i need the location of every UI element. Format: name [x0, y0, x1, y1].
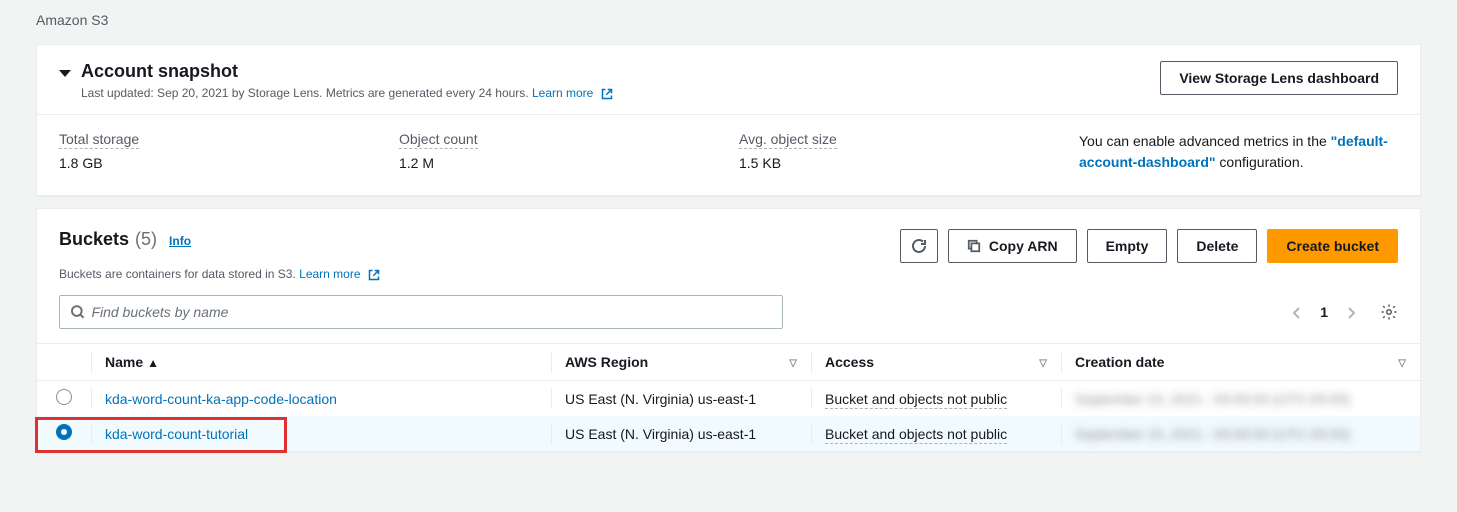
col-region[interactable]: AWS Region▽ [551, 344, 811, 381]
empty-button[interactable]: Empty [1087, 229, 1168, 263]
bucket-link[interactable]: kda-word-count-ka-app-code-location [105, 391, 337, 407]
external-link-icon [601, 86, 613, 100]
create-bucket-button[interactable]: Create bucket [1267, 229, 1398, 263]
search-icon [70, 304, 86, 320]
row-created: September 15, 2021 - 00:00:00 (UTC-05:00… [1075, 391, 1351, 407]
gear-icon [1380, 303, 1398, 321]
refresh-button[interactable] [900, 229, 938, 263]
chevron-left-icon [1292, 306, 1302, 320]
row-region: US East (N. Virginia) us-east-1 [551, 381, 811, 417]
row-radio[interactable] [56, 424, 72, 440]
row-region: US East (N. Virginia) us-east-1 [551, 416, 811, 451]
delete-button[interactable]: Delete [1177, 229, 1257, 263]
row-access: Bucket and objects not public [825, 426, 1007, 444]
snapshot-title: Account snapshot [81, 61, 238, 82]
col-access[interactable]: Access▽ [811, 344, 1061, 381]
snapshot-learn-more-link[interactable]: Learn more [532, 86, 613, 100]
buckets-table: Name▲ AWS Region▽ Access▽ Creation date▽ [37, 343, 1420, 451]
sort-asc-icon: ▲ [147, 356, 159, 370]
collapse-caret-icon[interactable] [59, 70, 71, 77]
filter-icon: ▽ [789, 358, 797, 369]
table-row[interactable]: kda-word-count-tutorial US East (N. Virg… [37, 416, 1420, 451]
service-name: Amazon S3 [36, 12, 108, 28]
copy-icon [967, 239, 981, 253]
search-input-container[interactable] [59, 295, 783, 329]
search-input[interactable] [89, 303, 772, 321]
pager-next[interactable] [1346, 304, 1356, 320]
object-count-value: 1.2 M [399, 155, 739, 171]
buckets-panel: Buckets (5) Info Copy ARN Empty Delete C… [36, 208, 1421, 452]
avg-size-value: 1.5 KB [739, 155, 1079, 171]
refresh-icon [911, 238, 927, 254]
pager-page: 1 [1320, 304, 1328, 320]
account-snapshot-panel: Account snapshot Last updated: Sep 20, 2… [36, 44, 1421, 196]
col-name[interactable]: Name▲ [91, 344, 551, 381]
row-access: Bucket and objects not public [825, 391, 1007, 409]
external-link-icon [368, 267, 380, 281]
advanced-metrics-hint: You can enable advanced metrics in the "… [1079, 131, 1398, 173]
row-radio[interactable] [56, 389, 72, 405]
col-created[interactable]: Creation date▽ [1061, 344, 1420, 381]
buckets-subtitle: Buckets are containers for data stored i… [37, 263, 1420, 281]
row-created: September 15, 2021 - 00:00:00 (UTC-05:00… [1075, 426, 1351, 442]
table-row[interactable]: kda-word-count-ka-app-code-location US E… [37, 381, 1420, 417]
filter-icon: ▽ [1398, 358, 1406, 369]
buckets-learn-more-link[interactable]: Learn more [299, 267, 380, 281]
avg-size-label: Avg. object size [739, 131, 837, 149]
total-storage-value: 1.8 GB [59, 155, 399, 171]
object-count-label: Object count [399, 131, 478, 149]
chevron-right-icon [1346, 306, 1356, 320]
pager-prev[interactable] [1292, 304, 1302, 320]
buckets-info-link[interactable]: Info [169, 234, 191, 248]
copy-arn-button[interactable]: Copy ARN [948, 229, 1077, 263]
view-storage-lens-button[interactable]: View Storage Lens dashboard [1160, 61, 1398, 95]
filter-icon: ▽ [1039, 358, 1047, 369]
buckets-count: (5) [135, 229, 157, 250]
buckets-title: Buckets [59, 229, 129, 250]
bucket-link[interactable]: kda-word-count-tutorial [105, 426, 248, 442]
snapshot-subtitle: Last updated: Sep 20, 2021 by Storage Le… [81, 86, 613, 100]
total-storage-label: Total storage [59, 131, 139, 149]
settings-button[interactable] [1380, 303, 1398, 321]
